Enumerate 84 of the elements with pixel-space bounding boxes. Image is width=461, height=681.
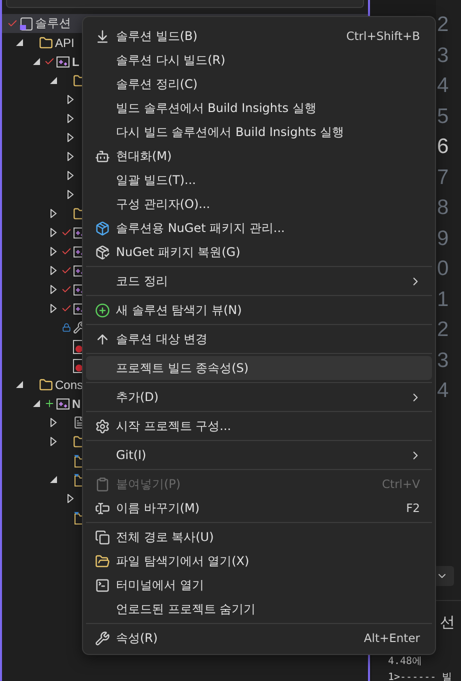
collapsed-icon[interactable] xyxy=(48,209,58,218)
tree-item-label[interactable]: Cons xyxy=(55,378,84,392)
tree-item-label[interactable]: N xyxy=(72,396,81,410)
tree-item-label[interactable]: L xyxy=(72,54,80,68)
expanded-icon[interactable] xyxy=(14,38,24,47)
menu-item[interactable]: 코드 정리 xyxy=(86,269,432,293)
package-icon xyxy=(94,220,110,236)
menu-item[interactable]: 새 솔루션 탐색기 뷰(N) xyxy=(86,298,432,322)
line-number: 3 xyxy=(436,348,450,374)
menu-item[interactable]: 솔루션용 NuGet 패키지 관리... xyxy=(86,216,432,240)
menu-item[interactable]: 솔루션 대상 변경 xyxy=(86,327,432,351)
line-number: 3 xyxy=(436,42,450,68)
menu-item[interactable]: 속성(R) Alt+Enter xyxy=(86,626,432,650)
collapsed-icon[interactable] xyxy=(48,228,58,237)
line-number: 2 xyxy=(436,317,450,343)
line-number: 0 xyxy=(436,256,450,282)
collapsed-icon[interactable] xyxy=(48,418,58,427)
collapsed-icon[interactable] xyxy=(48,247,58,256)
collapsed-icon[interactable] xyxy=(48,266,58,275)
menu-item[interactable]: 솔루션 정리(C) xyxy=(86,72,432,96)
menu-item[interactable]: 솔루션 빌드(B) Ctrl+Shift+B xyxy=(86,24,432,48)
collapsed-icon[interactable] xyxy=(66,114,74,123)
folder-icon xyxy=(39,378,53,392)
menu-item[interactable]: 현대화(M) xyxy=(86,144,432,168)
collapsed-icon[interactable] xyxy=(66,494,74,503)
folder-icon xyxy=(39,36,53,50)
collapsed-icon[interactable] xyxy=(66,95,74,104)
collapsed-icon[interactable] xyxy=(66,152,74,161)
menu-item[interactable]: 이름 바꾸기(M) F2 xyxy=(86,496,432,520)
add-view-icon xyxy=(94,302,110,318)
robot-icon xyxy=(94,148,110,164)
menu-item[interactable]: 추가(D) xyxy=(86,385,432,409)
project-icon xyxy=(56,54,70,68)
collapsed-icon[interactable] xyxy=(48,285,58,294)
settings-icon xyxy=(94,418,110,434)
solution-icon xyxy=(19,16,33,30)
line-number: 8 xyxy=(436,195,450,221)
package-restore-icon xyxy=(94,244,110,260)
clipboard-icon xyxy=(94,476,110,492)
terminal-icon xyxy=(94,578,110,592)
line-number: 1 xyxy=(436,286,450,312)
expanded-icon[interactable] xyxy=(48,475,58,484)
menu-item[interactable]: 언로드된 프로젝트 숨기기 xyxy=(86,597,432,621)
expanded-icon[interactable] xyxy=(32,57,40,66)
line-number: 5 xyxy=(436,104,450,130)
expanded-icon[interactable] xyxy=(32,399,40,408)
menu-item[interactable]: 시작 프로젝트 구성... xyxy=(86,414,432,438)
tree-item-label[interactable]: 솔루션 xyxy=(35,15,71,32)
line-number: 4 xyxy=(436,378,450,404)
menu-item[interactable]: 구성 관리자(O)... xyxy=(86,192,432,216)
output-line: 1>------ 빌 xyxy=(388,671,454,681)
wrench-icon xyxy=(94,630,110,646)
line-number: 9 xyxy=(436,226,450,252)
rename-icon xyxy=(94,500,110,516)
menu-item[interactable]: 터미널에서 열기 xyxy=(86,573,432,597)
expanded-icon[interactable] xyxy=(48,76,58,85)
menu-item[interactable]: 전체 경로 복사(U) xyxy=(86,525,432,549)
project-icon xyxy=(56,396,70,410)
folder-icon xyxy=(94,554,110,568)
collapsed-icon[interactable] xyxy=(66,171,74,180)
copy-icon xyxy=(94,530,110,544)
menu-item[interactable]: 빌드 솔루션에서 Build Insights 실행 xyxy=(86,96,432,120)
menu-item[interactable]: Git(I) xyxy=(86,443,432,467)
line-number: 4 xyxy=(436,73,450,99)
menu-item[interactable]: 일괄 빌드(T)... xyxy=(86,168,432,192)
output-line: 4.48에 xyxy=(388,655,424,669)
lock-icon xyxy=(62,323,70,332)
menu-item[interactable]: 프로젝트 빌드 종속성(S) xyxy=(86,356,432,380)
menu-item[interactable]: 파일 탐색기에서 열기(X) xyxy=(86,549,432,573)
search-field[interactable] xyxy=(6,0,364,8)
collapsed-icon[interactable] xyxy=(48,437,58,446)
output-line: 선 xyxy=(440,613,456,631)
expanded-icon[interactable] xyxy=(14,380,24,389)
menu-item[interactable]: NuGet 패키지 복원(G) xyxy=(86,240,432,264)
menu-item[interactable]: 다시 빌드 솔루션에서 Build Insights 실행 xyxy=(86,120,432,144)
line-number: 7 xyxy=(436,164,450,190)
line-number: 2 xyxy=(436,12,450,38)
collapsed-icon[interactable] xyxy=(66,133,74,142)
tree-item-label[interactable]: API xyxy=(55,36,74,50)
line-number: 6 xyxy=(436,134,450,160)
collapsed-icon[interactable] xyxy=(66,190,74,199)
menu-item[interactable]: 솔루션 다시 빌드(R) xyxy=(86,48,432,72)
collapsed-icon[interactable] xyxy=(48,304,58,313)
build-icon xyxy=(94,28,110,44)
